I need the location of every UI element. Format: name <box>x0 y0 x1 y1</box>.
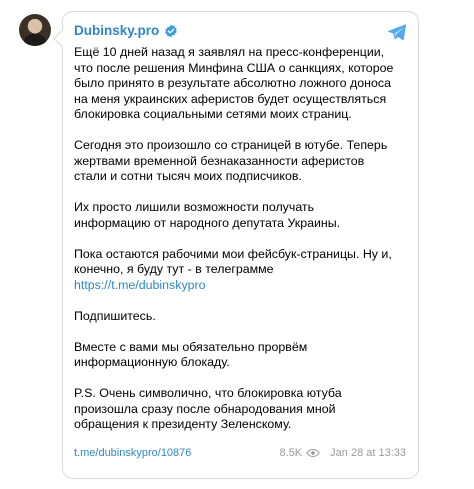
telegram-icon[interactable] <box>388 24 406 40</box>
channel-name[interactable]: Dubinsky.pro <box>74 23 159 38</box>
post-text: Ещё 10 дней назад я заявлял на пресс-кон… <box>74 45 409 433</box>
verified-icon <box>165 24 178 37</box>
post-line: информационную блокаду. <box>74 355 230 369</box>
post-line: конечно, я буду тут - в телеграмме <box>74 262 274 276</box>
post-footer: t.me/dubinskypro/10876 8.5K Jan 28 at 13… <box>74 447 406 459</box>
post-paragraph: P.S. Очень символично, что блокировка ют… <box>74 386 409 433</box>
inline-channel-link[interactable]: https://t.me/dubinskypro <box>74 278 206 292</box>
post-line: обращения к президенту Зеленскому. <box>74 417 292 431</box>
post-date: Jan 28 at 13:33 <box>330 447 406 459</box>
embedded-post: Dubinsky.pro Ещё 10 дней назад я заявлял… <box>0 0 474 489</box>
post-line: что после решения Минфина США о санкциях… <box>74 60 394 75</box>
post-line: Вместе с вами мы обязательно прорвём <box>74 339 308 354</box>
post-line: Сегодня это произошло со страницей в юту… <box>74 138 388 152</box>
post-header: Dubinsky.pro <box>74 23 178 38</box>
post-line: P.S. Очень символично, что блокировка ют… <box>74 386 342 400</box>
post-paragraph: Их просто лишили возможности получать инф… <box>74 200 409 231</box>
post-line: блокировка социальными сетями моих стран… <box>74 107 352 121</box>
post-link[interactable]: t.me/dubinskypro/10876 <box>74 447 191 459</box>
post-line: стали и сотни тысяч моих подписчиков. <box>74 169 302 183</box>
post-paragraph: Сегодня это произошло со страницей в юту… <box>74 138 409 185</box>
post-line: жертвами временной безнаказанности афери… <box>74 153 365 168</box>
post-line: Их просто лишили возможности получать <box>74 200 315 214</box>
avatar[interactable] <box>19 14 51 46</box>
post-paragraph: Вместе с вами мы обязательно прорвём инфо… <box>74 340 409 371</box>
post-paragraph: Ещё 10 дней назад я заявлял на пресс-кон… <box>74 45 409 123</box>
post-line: было принято в результате абсолютно ложн… <box>74 76 391 90</box>
eye-icon <box>306 449 321 457</box>
post-line: Пока остаются рабочими мои фейсбук-стран… <box>74 246 392 261</box>
post-line: информацию от народного депутата Украины… <box>74 215 341 230</box>
view-count: 8.5K <box>280 447 321 459</box>
post-card: Dubinsky.pro Ещё 10 дней назад я заявлял… <box>62 11 419 479</box>
view-count-value: 8.5K <box>279 447 303 459</box>
post-paragraph: Пока остаются рабочими мои фейсбук-стран… <box>74 247 409 294</box>
post-line: Подпишитесь. <box>74 308 156 323</box>
post-line: на меня украинских аферистов будет осуще… <box>74 91 387 106</box>
post-line: произошла сразу после обнародования мной <box>74 401 336 416</box>
post-paragraph: Подпишитесь. <box>74 309 409 325</box>
post-line: Ещё 10 дней назад я заявлял на пресс-кон… <box>74 45 385 59</box>
